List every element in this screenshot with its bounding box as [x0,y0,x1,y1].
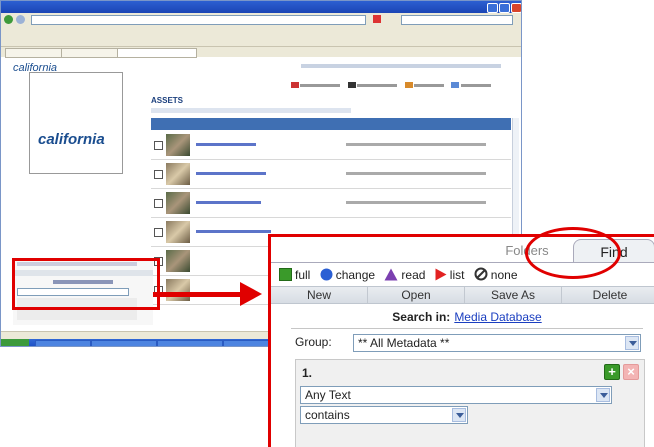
criteria-box: 1. + × Any Text contains [295,359,645,447]
chevron-down-icon[interactable] [625,336,639,350]
delete-button[interactable]: Delete [562,287,654,303]
taskbar-item[interactable] [157,340,223,346]
browser-tab[interactable] [5,48,65,58]
row-checkbox[interactable] [154,199,163,208]
back-icon[interactable] [4,15,13,24]
action-links [291,82,491,88]
browser-tab-strip [1,47,521,58]
app-logo: california [38,131,105,148]
favorites-bar [1,36,521,47]
stop-icon[interactable] [373,15,381,23]
save-as-button[interactable]: Save As [465,287,562,303]
asset-thumbnail[interactable] [166,221,190,243]
permission-read: read [384,267,425,283]
highlight-box [12,258,160,310]
assets-heading: ASSETS [151,96,184,105]
red-play-icon [435,268,447,281]
table-row[interactable] [151,189,511,218]
new-button[interactable]: New [271,287,368,303]
purple-triangle-icon [384,268,398,281]
download-icon[interactable] [404,82,413,88]
asset-thumbnail[interactable] [166,163,190,185]
field-select[interactable]: Any Text [300,386,612,404]
browser-search-input[interactable] [401,15,513,25]
close-icon[interactable] [511,3,521,13]
row-checkbox[interactable] [154,170,163,179]
taskbar-item[interactable] [91,340,157,346]
find-tab-highlight-circle [525,227,621,279]
pagination-bar[interactable] [151,108,351,113]
search-in-label: Search in: [392,310,451,324]
browser-tab-active[interactable] [117,48,197,58]
taskbar-item[interactable] [35,340,91,346]
browser-title-bar [1,1,521,13]
green-square-icon [279,268,292,281]
permission-full: full [279,267,310,283]
row-checkbox[interactable] [154,228,163,237]
asset-meta [346,201,486,204]
table-row[interactable] [151,131,511,160]
blue-circle-icon [320,268,333,281]
asset-name-link[interactable] [196,230,271,233]
divider [291,328,643,329]
asset-thumbnail[interactable] [166,192,190,214]
row-checkbox[interactable] [154,141,163,150]
presentation-icon[interactable] [291,82,299,88]
callout-arrow-line [153,292,241,297]
address-bar [1,13,521,27]
open-button[interactable]: Open [368,287,465,303]
asset-name-link[interactable] [196,172,266,175]
permission-list: list [435,267,464,283]
browser-tab[interactable] [61,48,121,58]
criteria-number: 1. [302,366,313,380]
media-database-link[interactable]: Media Database [454,310,541,324]
callout-arrow-head [240,282,262,306]
search-in: Search in: Media Database [271,310,654,324]
operator-select[interactable]: contains [300,406,468,424]
asset-thumbnail[interactable] [166,134,190,156]
field-select-value: Any Text [305,388,351,402]
grid-header [151,118,511,130]
minimize-icon[interactable] [487,3,498,13]
asset-meta [346,172,486,175]
top-navigation [301,64,501,70]
circle-slash-icon [474,267,488,281]
logo-frame: california [29,72,123,174]
permission-legend: full change read list none [279,267,524,283]
chevron-down-icon[interactable] [596,388,610,402]
asset-name-link[interactable] [196,201,261,204]
table-row[interactable] [151,160,511,189]
permission-change: change [320,267,375,283]
url-field[interactable] [31,15,366,25]
remove-criteria-button[interactable]: × [623,364,639,380]
asset-meta [346,143,486,146]
view-icon[interactable] [347,82,356,88]
asset-name-link[interactable] [196,143,256,146]
panel-button-bar: New Open Save As Delete [271,286,654,304]
group-label: Group: [295,335,332,349]
maximize-icon[interactable] [499,3,510,13]
asset-thumbnail[interactable] [166,250,190,272]
chevron-down-icon[interactable] [452,408,466,422]
operator-select-value: contains [305,408,350,422]
configure-icon[interactable] [451,82,460,88]
start-button[interactable] [1,339,29,346]
menu-bar [1,26,521,36]
permission-none: none [474,267,518,283]
group-select[interactable]: ** All Metadata ** [353,334,641,352]
group-select-value: ** All Metadata ** [358,336,450,350]
asset-thumbnail[interactable] [166,279,190,301]
add-criteria-button[interactable]: + [604,364,620,380]
forward-icon[interactable] [16,15,25,24]
